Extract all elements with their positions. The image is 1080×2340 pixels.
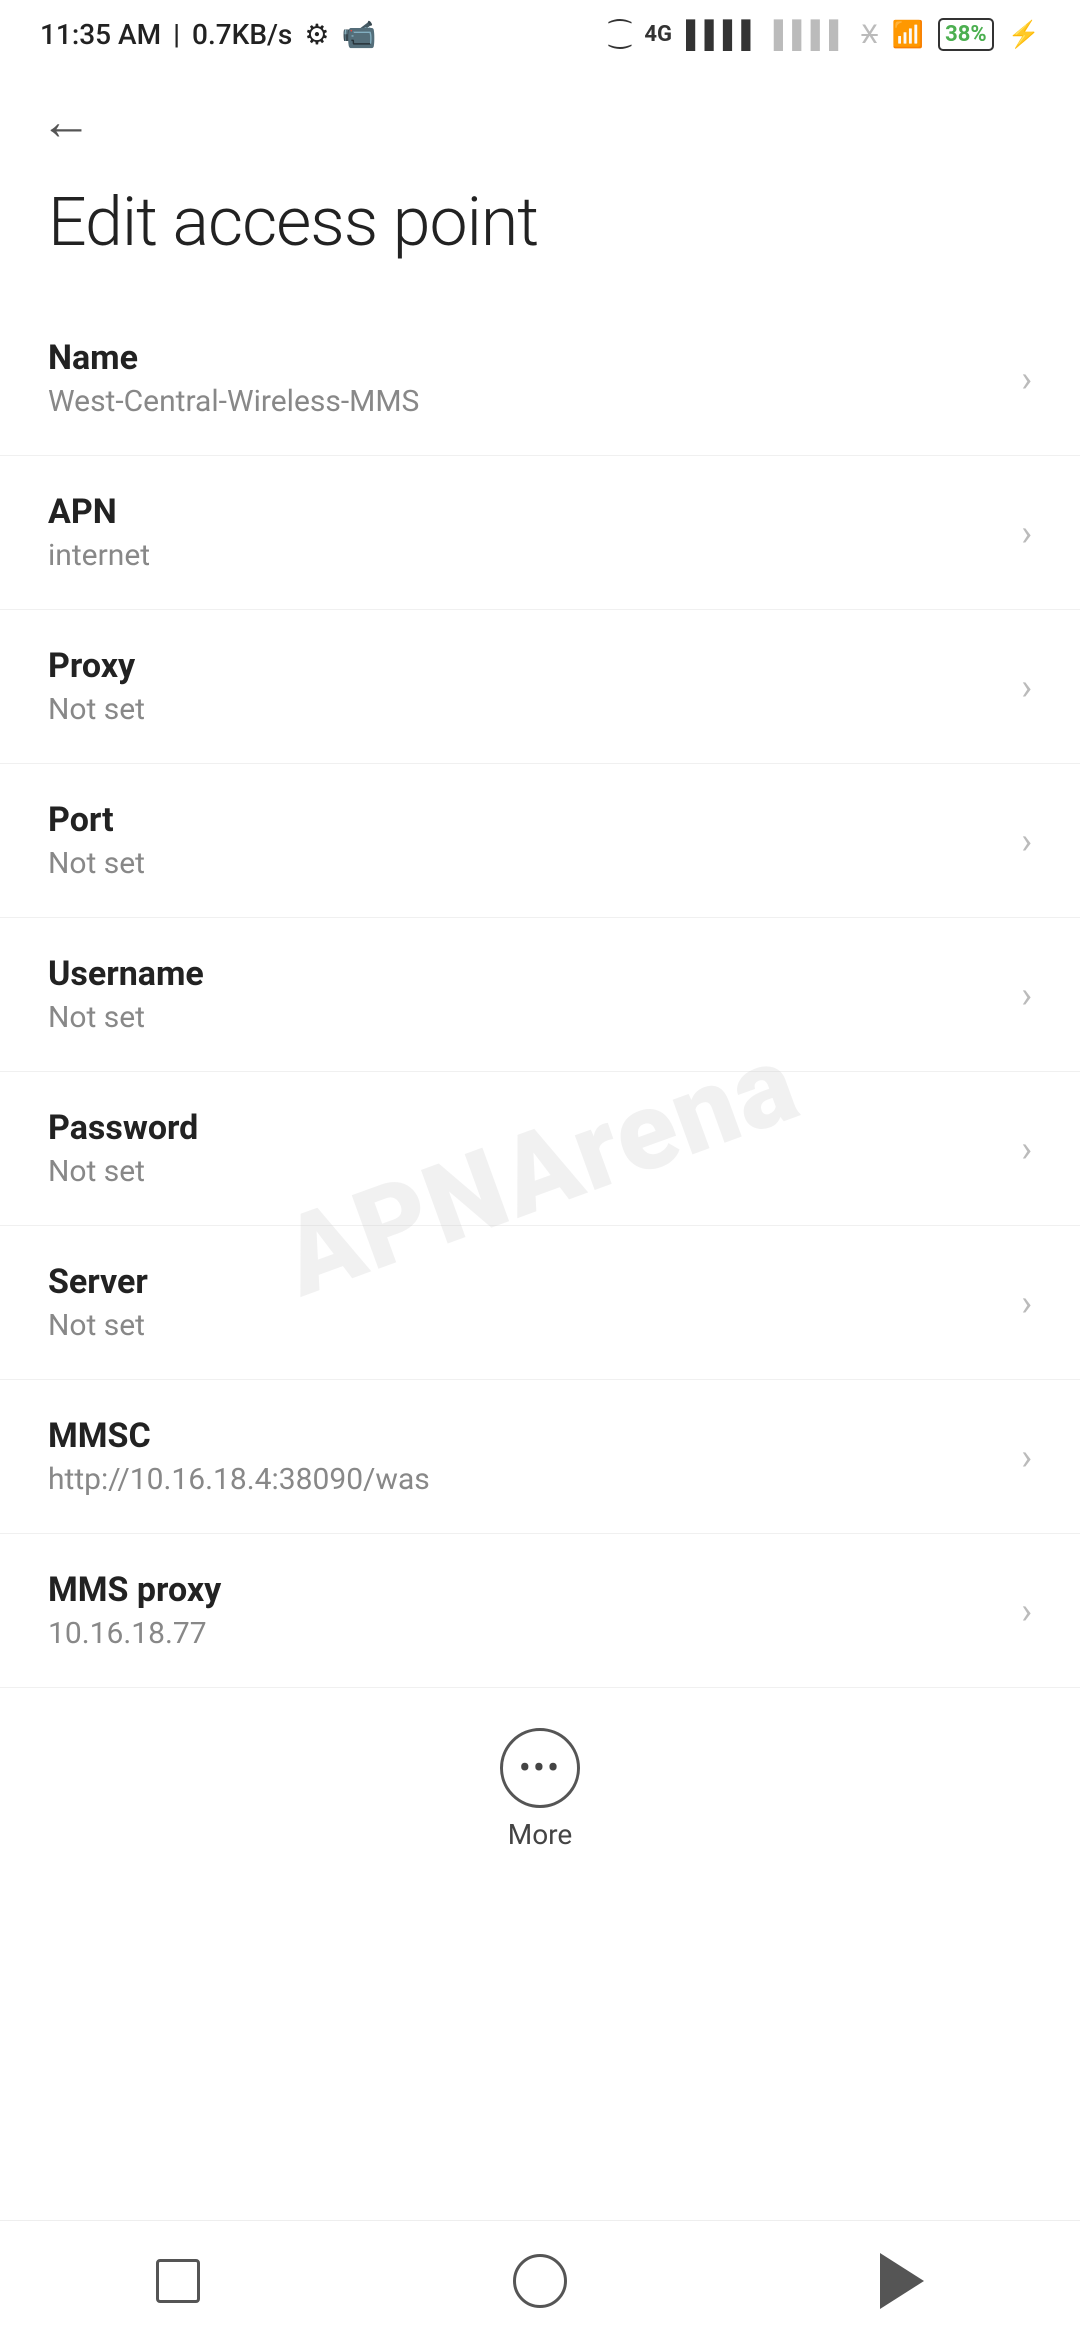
chevron-right-icon: › — [1021, 1590, 1032, 1632]
chevron-right-icon: › — [1021, 974, 1032, 1016]
network-speed: 0.7KB/s — [192, 18, 292, 51]
settings-item-text: MMSC http://10.16.18.4:38090/was — [48, 1416, 430, 1497]
recents-icon — [156, 2259, 200, 2303]
nav-recents-button[interactable] — [156, 2259, 200, 2303]
chevron-right-icon: › — [1021, 666, 1032, 708]
settings-item-text: Proxy Not set — [48, 646, 145, 727]
back-icon — [880, 2253, 924, 2309]
signal-bars2-icon: ▌▌▌▌ — [774, 19, 848, 50]
settings-item-apn[interactable]: APN internet › — [0, 456, 1080, 610]
bottom-nav — [0, 2220, 1080, 2340]
status-bar: 11:35 AM | 0.7KB/s ⚙ 📹 ⁐ 4G ▌▌▌▌ ▌▌▌▌ X … — [0, 0, 1080, 61]
settings-item-label: Proxy — [48, 646, 145, 686]
settings-item-value: http://10.16.18.4:38090/was — [48, 1462, 430, 1497]
settings-item-text: Username Not set — [48, 954, 204, 1035]
settings-icon: ⚙ — [304, 18, 329, 51]
chevron-right-icon: › — [1021, 1128, 1032, 1170]
no-signal-icon: X — [861, 20, 877, 50]
battery-level: 38 — [945, 22, 970, 47]
settings-item-text: Server Not set — [48, 1262, 148, 1343]
signal-bars-icon: ▌▌▌▌ — [686, 19, 760, 50]
settings-item-label: Username — [48, 954, 204, 994]
chevron-right-icon: › — [1021, 1436, 1032, 1478]
chevron-right-icon: › — [1021, 1282, 1032, 1324]
settings-list: Name West-Central-Wireless-MMS › APN interne… — [0, 302, 1080, 1688]
more-label: More — [508, 1818, 573, 1851]
settings-item-label: Password — [48, 1108, 198, 1148]
back-button[interactable]: ← — [0, 61, 1080, 162]
battery-percent: % — [970, 22, 986, 47]
battery-indicator: 38 % — [938, 18, 994, 51]
chevron-right-icon: › — [1021, 820, 1032, 862]
settings-item-value: 10.16.18.77 — [48, 1616, 221, 1651]
settings-item-text: Name West-Central-Wireless-MMS — [48, 338, 419, 419]
chevron-right-icon: › — [1021, 358, 1032, 400]
nav-home-button[interactable] — [513, 2254, 567, 2308]
signal-4g-icon: 4G — [644, 22, 672, 47]
settings-item-proxy[interactable]: Proxy Not set › — [0, 610, 1080, 764]
nav-back-button[interactable] — [880, 2253, 924, 2309]
more-dots-icon: ••• — [519, 1750, 561, 1786]
status-left: 11:35 AM | 0.7KB/s ⚙ 📹 — [40, 18, 376, 51]
settings-item-value: West-Central-Wireless-MMS — [48, 384, 419, 419]
bluetooth-icon: ⁐ — [610, 20, 631, 50]
back-arrow-icon: ← — [40, 91, 92, 152]
time: 11:35 AM — [40, 18, 161, 51]
settings-item-password[interactable]: Password Not set › — [0, 1072, 1080, 1226]
settings-item-text: MMS proxy 10.16.18.77 — [48, 1570, 221, 1651]
more-button[interactable]: ••• — [500, 1728, 580, 1808]
charging-icon: ⚡ — [1008, 20, 1040, 50]
settings-item-value: Not set — [48, 1000, 204, 1035]
settings-item-text: APN internet — [48, 492, 150, 573]
wifi-icon: 📶 — [892, 20, 924, 50]
settings-item-label: Server — [48, 1262, 148, 1302]
settings-item-mmsc[interactable]: MMSC http://10.16.18.4:38090/was › — [0, 1380, 1080, 1534]
status-right: ⁐ 4G ▌▌▌▌ ▌▌▌▌ X 📶 38 % ⚡ — [610, 18, 1040, 51]
settings-item-server[interactable]: Server Not set › — [0, 1226, 1080, 1380]
settings-item-text: Port Not set — [48, 800, 145, 881]
settings-item-label: MMSC — [48, 1416, 430, 1456]
settings-item-text: Password Not set — [48, 1108, 198, 1189]
settings-item-label: MMS proxy — [48, 1570, 221, 1610]
settings-item-label: APN — [48, 492, 150, 532]
settings-item-value: Not set — [48, 692, 145, 727]
settings-item-label: Name — [48, 338, 419, 378]
settings-item-name[interactable]: Name West-Central-Wireless-MMS › — [0, 302, 1080, 456]
page-title: Edit access point — [0, 162, 1080, 302]
settings-item-value: Not set — [48, 1308, 148, 1343]
settings-item-value: Not set — [48, 846, 145, 881]
home-icon — [513, 2254, 567, 2308]
more-area[interactable]: ••• More — [0, 1688, 1080, 1881]
settings-item-port[interactable]: Port Not set › — [0, 764, 1080, 918]
settings-item-mms-proxy[interactable]: MMS proxy 10.16.18.77 › — [0, 1534, 1080, 1688]
settings-item-value: Not set — [48, 1154, 198, 1189]
settings-item-value: internet — [48, 538, 150, 573]
video-icon: 📹 — [341, 18, 376, 51]
chevron-right-icon: › — [1021, 512, 1032, 554]
speed: | — [173, 18, 180, 51]
settings-item-username[interactable]: Username Not set › — [0, 918, 1080, 1072]
settings-item-label: Port — [48, 800, 145, 840]
